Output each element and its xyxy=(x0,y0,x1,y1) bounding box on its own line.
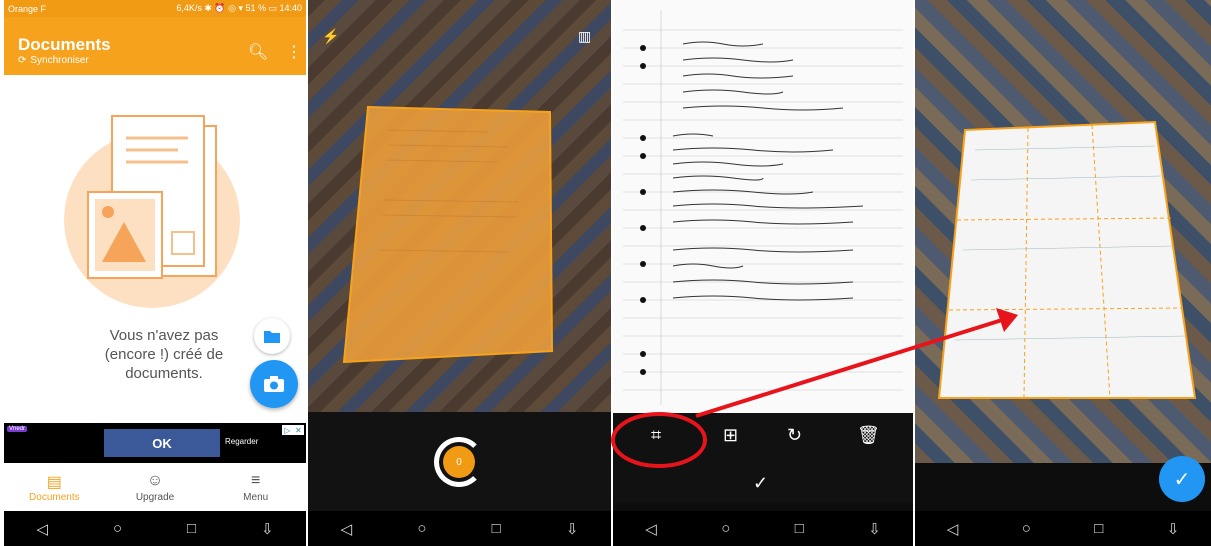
crop-icon[interactable]: ⌗ xyxy=(651,425,661,446)
recents-icon[interactable]: □ xyxy=(492,520,501,537)
rotate-icon[interactable]: ↻ xyxy=(787,425,802,446)
status-right: 6,4K/s ✱ ⏰ ◎ ▾ 51 % ▭ 14:40 xyxy=(176,3,302,13)
recents-icon[interactable]: □ xyxy=(795,520,804,537)
nav-documents-label: Documents xyxy=(29,491,80,503)
delete-icon[interactable]: 🗑︎ xyxy=(857,425,880,446)
recents-icon[interactable]: □ xyxy=(1094,520,1103,537)
scan-review-screen: ⌗ ⊞ ↻ 🗑︎ ✓ ◁ ○ □ ⇩ xyxy=(613,0,913,546)
carrier-label: Orange F xyxy=(8,3,47,14)
nav-menu-label: Menu xyxy=(243,491,269,503)
nav-upgrade[interactable]: ☺ Upgrade xyxy=(105,463,206,511)
system-nav-bar: ◁ ○ □ ⇩ xyxy=(613,511,913,546)
back-icon[interactable]: ◁ xyxy=(36,520,48,538)
nav-upgrade-label: Upgrade xyxy=(135,491,175,503)
page-title: Documents xyxy=(18,35,111,54)
home-icon[interactable]: ○ xyxy=(721,520,730,537)
camera-screen: ⚡ ▥ 0 ◁ ○ □ ⇩ xyxy=(308,0,611,546)
empty-line-1: Vous n'avez pas xyxy=(109,327,219,344)
folder-icon xyxy=(264,331,280,343)
notification-drawer-icon[interactable]: ⇩ xyxy=(868,520,881,538)
system-nav-bar: ◁ ○ □ ⇩ xyxy=(4,511,306,546)
sync-label: Synchroniser xyxy=(30,55,89,66)
empty-state-message: Vous n'avez pas (encore !) créé de docum… xyxy=(64,326,264,383)
scanned-page xyxy=(613,0,913,413)
camera-preview xyxy=(308,0,611,412)
gallery-icon[interactable]: ▥ xyxy=(578,28,591,45)
nav-documents[interactable]: ▤ Documents xyxy=(4,463,105,511)
sync-button[interactable]: ⟳ Synchroniser xyxy=(18,55,89,66)
system-nav-bar: ◁ ○ □ ⇩ xyxy=(308,511,611,546)
menu-icon: ≡ xyxy=(251,471,261,489)
smiley-icon: ☺ xyxy=(146,471,164,489)
back-icon[interactable]: ◁ xyxy=(645,520,657,538)
crop-photo xyxy=(915,0,1211,463)
handwritten-notes-image xyxy=(623,10,903,405)
empty-line-3: documents. xyxy=(125,365,203,382)
search-icon[interactable]: 🔍︎ xyxy=(248,42,268,62)
bottom-navigation: ▤ Documents ☺ Upgrade ≡ Menu xyxy=(4,463,306,511)
ad-banner[interactable]: Vnedr OK Regarder ▷ ✕ xyxy=(4,423,306,463)
page-counter: 0 xyxy=(443,446,475,478)
system-nav-bar: ◁ ○ □ ⇩ xyxy=(915,511,1211,546)
crop-frame xyxy=(937,120,1197,399)
ad-ok-button[interactable]: OK xyxy=(104,429,220,457)
ad-close-icon[interactable]: ▷ ✕ xyxy=(282,425,304,435)
confirm-check-icon[interactable]: ✓ xyxy=(753,473,768,494)
back-icon[interactable]: ◁ xyxy=(341,520,353,538)
sync-icon: ⟳ xyxy=(18,55,27,66)
camera-icon xyxy=(264,376,284,392)
empty-line-2: (encore !) créé de xyxy=(104,346,224,363)
documents-icon: ▤ xyxy=(46,473,62,491)
import-folder-button[interactable] xyxy=(254,318,290,354)
home-icon[interactable]: ○ xyxy=(417,520,426,537)
check-icon: ✓ xyxy=(1173,468,1191,491)
notification-drawer-icon[interactable]: ⇩ xyxy=(261,520,274,538)
crop-adjust-screen: ✓ ◁ ○ □ ⇩ xyxy=(915,0,1211,546)
add-page-icon[interactable]: ⊞ xyxy=(723,425,738,446)
flash-off-icon[interactable]: ⚡ xyxy=(322,28,339,45)
notification-drawer-icon[interactable]: ⇩ xyxy=(1167,520,1180,538)
status-bar: Orange F 6,4K/s ✱ ⏰ ◎ ▾ 51 % ▭ 14:40 xyxy=(4,0,306,17)
home-icon[interactable]: ○ xyxy=(113,520,122,537)
empty-documents-illustration xyxy=(64,115,240,308)
document-detection-overlay xyxy=(342,105,554,364)
ad-brand: Vnedr xyxy=(7,426,28,432)
recents-icon[interactable]: □ xyxy=(187,520,196,537)
edit-toolbar: ⌗ ⊞ ↻ 🗑︎ ✓ xyxy=(613,413,913,503)
app-bar: Documents ⟳ Synchroniser 🔍︎ ⋮ xyxy=(4,17,306,75)
overflow-menu-icon[interactable]: ⋮ xyxy=(286,42,302,62)
back-icon[interactable]: ◁ xyxy=(947,520,959,538)
apply-crop-button[interactable]: ✓ xyxy=(1159,456,1205,502)
home-icon[interactable]: ○ xyxy=(1022,520,1031,537)
ad-watch-link[interactable]: Regarder xyxy=(225,437,258,446)
camera-fab-button[interactable] xyxy=(250,360,298,408)
documents-screen: Orange F 6,4K/s ✱ ⏰ ◎ ▾ 51 % ▭ 14:40 Doc… xyxy=(4,0,306,546)
notification-drawer-icon[interactable]: ⇩ xyxy=(566,520,579,538)
nav-menu[interactable]: ≡ Menu xyxy=(205,463,306,511)
